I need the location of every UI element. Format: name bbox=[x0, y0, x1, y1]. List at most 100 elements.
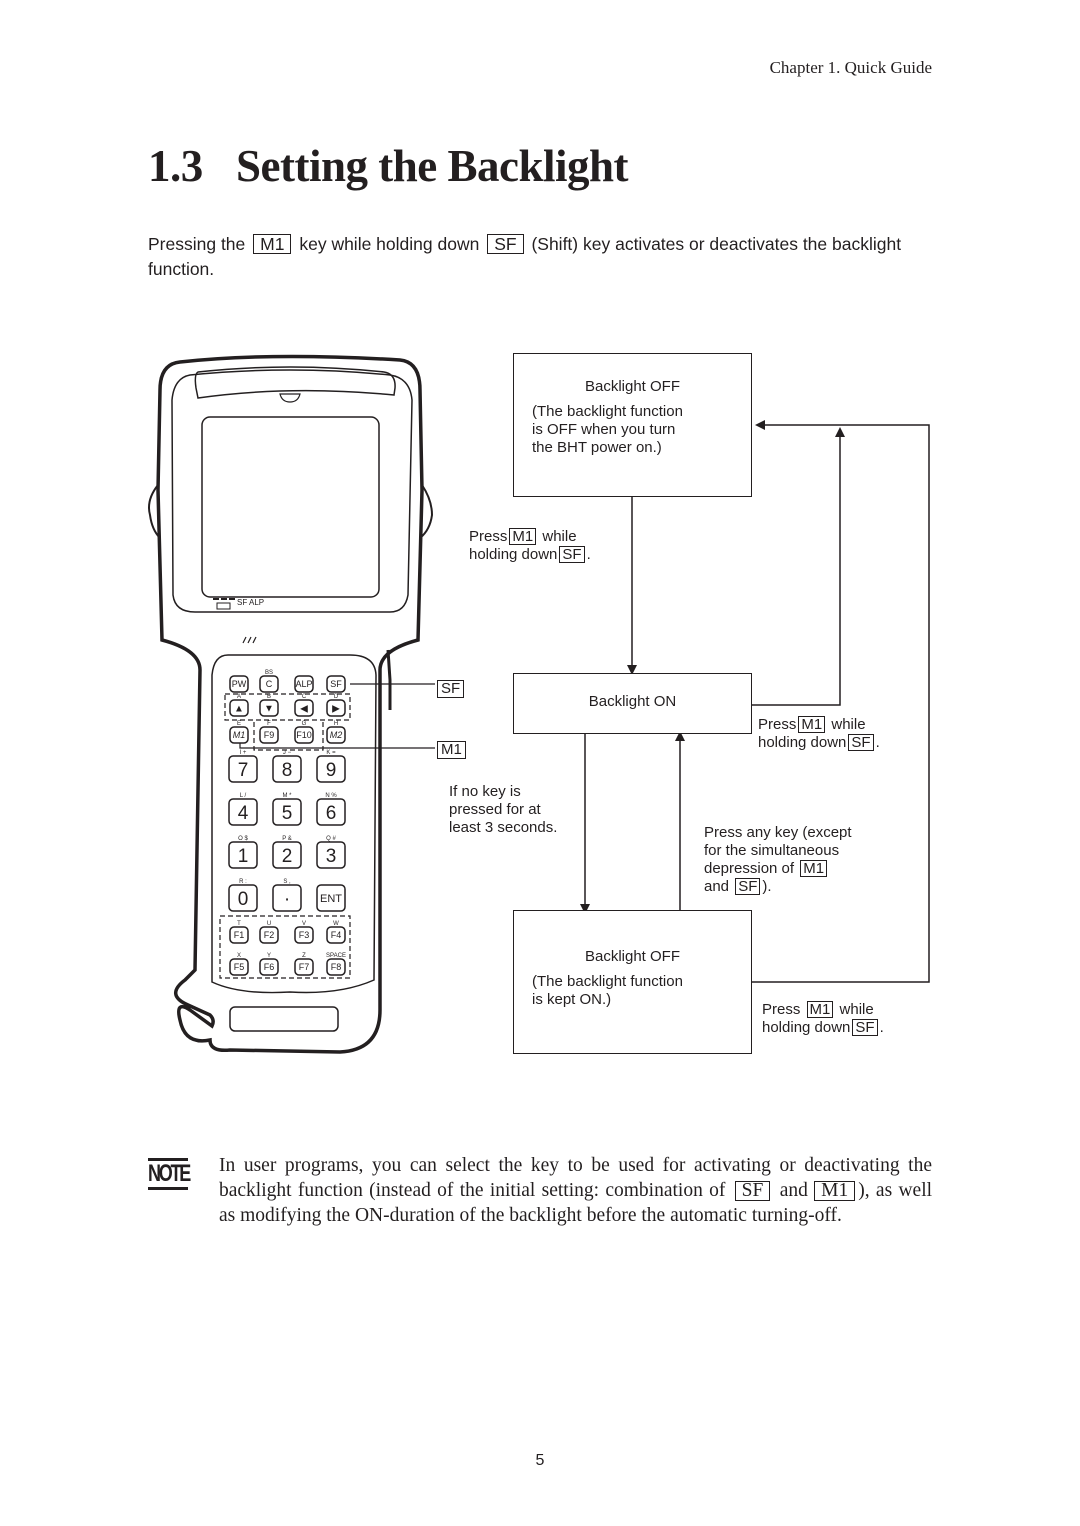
state-backlight-off-initial: Backlight OFF (The backlight function is… bbox=[513, 353, 752, 497]
status-indicators: SF ALP bbox=[237, 598, 264, 607]
key-7: 7 I + bbox=[228, 750, 258, 783]
key-label: 1 bbox=[238, 846, 249, 867]
key-ent: ENT bbox=[316, 884, 346, 912]
key-8: 8 J − bbox=[272, 750, 302, 783]
key-label: 5 bbox=[282, 803, 293, 824]
t: . bbox=[879, 1019, 884, 1036]
key-down-arrow: ▼B bbox=[259, 694, 279, 717]
desc-line: is kept ON.) bbox=[532, 991, 612, 1008]
t: holding down bbox=[758, 734, 847, 751]
key-alt-label: C bbox=[302, 694, 307, 700]
page-number: 5 bbox=[535, 1452, 545, 1469]
key-alt-label: L / bbox=[240, 793, 247, 799]
key-alt-label: BS bbox=[265, 670, 273, 676]
key-f9: F9 F bbox=[259, 721, 279, 744]
key-sf: SF bbox=[734, 1181, 771, 1201]
key-label: M2 bbox=[330, 730, 343, 740]
t: and bbox=[704, 878, 730, 895]
key-alt-label: B bbox=[267, 694, 271, 700]
t: holding down bbox=[469, 546, 558, 563]
key-label: F3 bbox=[299, 930, 310, 940]
key-left-arrow: ◀C bbox=[294, 694, 314, 717]
note-paragraph: In user programs, you can select the key… bbox=[219, 1153, 932, 1228]
key-m1: M1 bbox=[798, 716, 826, 733]
state-title: Backlight OFF bbox=[584, 948, 681, 965]
key-label: F5 bbox=[234, 962, 245, 972]
state-description: (The backlight function is kept ON.) bbox=[532, 973, 683, 1009]
key-0: 0 R : bbox=[228, 879, 258, 912]
transition-kept-to-off-label: Press M1 while holding down SF. bbox=[762, 1001, 884, 1037]
note-text: and bbox=[779, 1180, 808, 1201]
key-alt-label: J − bbox=[283, 750, 292, 756]
key-alt-label: T bbox=[237, 921, 241, 927]
key-f5: F5 X bbox=[229, 953, 249, 976]
key-alt-label: P & bbox=[282, 836, 292, 842]
note-icon-label: NOTE bbox=[148, 1160, 191, 1187]
intro-text: key while holding down bbox=[299, 234, 480, 254]
key-f10: F10 G bbox=[294, 721, 314, 744]
key-alt-label: M * bbox=[283, 793, 293, 799]
t: while bbox=[831, 716, 866, 733]
key-f4: F4 W bbox=[326, 921, 346, 944]
key-c: C BS bbox=[259, 670, 279, 693]
t: Press bbox=[469, 528, 508, 545]
key-alt-label: U bbox=[267, 921, 271, 927]
key-sf: SF bbox=[735, 878, 761, 895]
key-f7: F7 Z bbox=[294, 953, 314, 976]
key-f1: F1 T bbox=[229, 921, 249, 944]
key-m1: M1 E bbox=[229, 721, 249, 744]
key-label: ◀ bbox=[300, 704, 308, 715]
bht-device-illustration: SF ALP PW CBSALP SF▲A▼B◀C▶DM1EF9FF10GM2H7I… bbox=[148, 354, 435, 1054]
key-sf: SF bbox=[487, 234, 524, 254]
key-right-arrow: ▶D bbox=[326, 694, 346, 717]
desc-line: the BHT power on.) bbox=[532, 439, 662, 456]
transition-on-to-off-label: Press M1 while holding down SF. bbox=[758, 716, 880, 752]
key-alt-label: V bbox=[302, 921, 306, 927]
intro-paragraph: Pressing the M1 key while holding down S… bbox=[148, 232, 938, 282]
key-sf: SF bbox=[326, 675, 346, 693]
key-label: PW bbox=[232, 679, 247, 689]
key-alt-label: F bbox=[267, 721, 271, 727]
key-sf: SF bbox=[559, 546, 585, 563]
key-label: F1 bbox=[234, 930, 245, 940]
chapter-header: Chapter 1. Quick Guide bbox=[769, 58, 932, 77]
key-9: 9 K = bbox=[316, 750, 346, 783]
key-alt-label: I + bbox=[240, 750, 247, 756]
bottom-slot bbox=[229, 1006, 339, 1032]
key-alt-label: G bbox=[302, 721, 307, 727]
desc-line: is OFF when you turn bbox=[532, 421, 676, 438]
key-label: F8 bbox=[331, 962, 342, 972]
key-label: 2 bbox=[282, 846, 293, 867]
t: holding down bbox=[762, 1019, 851, 1036]
device-body bbox=[156, 354, 424, 1054]
t: . bbox=[875, 734, 880, 751]
key-m1: M1 bbox=[814, 1181, 856, 1201]
key-3: 3 Q # bbox=[316, 836, 346, 869]
key-label: F7 bbox=[299, 962, 310, 972]
key-label: 7 bbox=[238, 760, 249, 781]
state-description: (The backlight function is OFF when you … bbox=[532, 403, 683, 457]
section-title-text: Setting the Backlight bbox=[236, 141, 629, 191]
key-alt-label: Q # bbox=[326, 836, 336, 842]
key-f8: F8 SPACE bbox=[326, 953, 346, 976]
key-sf: SF bbox=[852, 1019, 878, 1036]
key-label: ALP bbox=[295, 679, 312, 689]
key-label: C bbox=[266, 679, 273, 689]
key-label: ▼ bbox=[264, 704, 274, 715]
key-label: F6 bbox=[264, 962, 275, 972]
desc-line: (The backlight function bbox=[532, 403, 683, 420]
t: If no key is bbox=[449, 783, 521, 800]
key-alt-label: R : bbox=[239, 879, 247, 885]
key-label: ▶ bbox=[332, 704, 340, 715]
key-label: 9 bbox=[326, 760, 337, 781]
key-alt-label: W bbox=[333, 921, 339, 927]
key-label: F9 bbox=[264, 730, 275, 740]
key-m2: M2 H bbox=[326, 721, 346, 744]
key-alt-label: D bbox=[334, 694, 339, 700]
key-label: 0 bbox=[238, 889, 249, 910]
key-alt-label: K = bbox=[326, 750, 336, 756]
state-backlight-on: Backlight ON bbox=[513, 673, 752, 734]
t: while bbox=[542, 528, 577, 545]
state-title: Backlight ON bbox=[588, 693, 677, 710]
key-f6: F6 Y bbox=[259, 953, 279, 976]
